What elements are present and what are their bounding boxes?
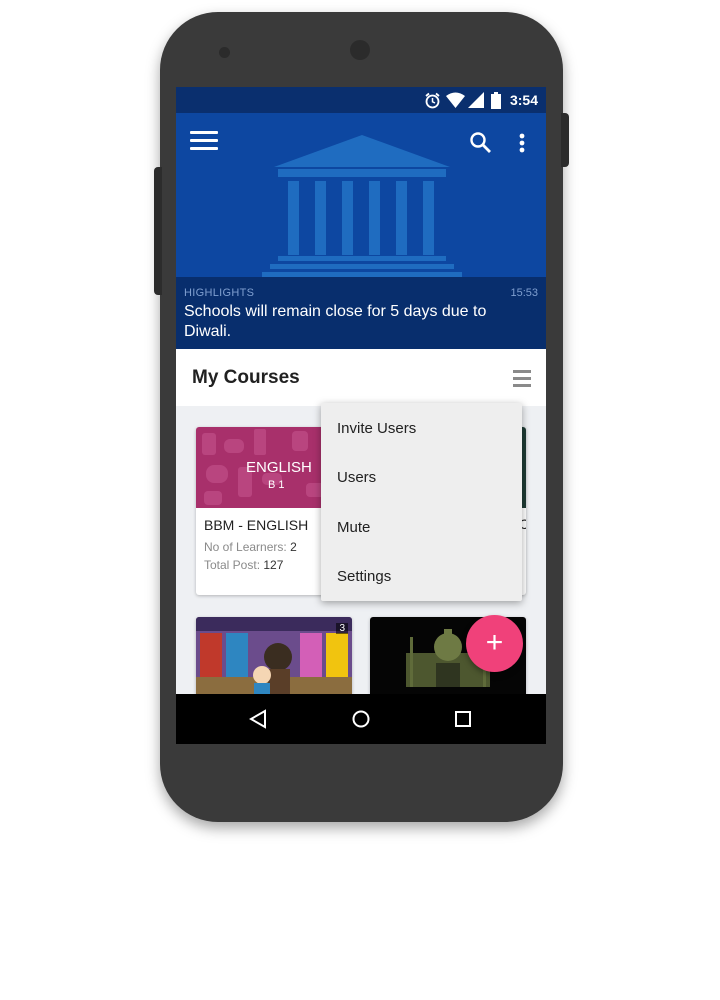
institution-illustration (262, 135, 462, 277)
alarm-icon (425, 92, 440, 109)
menu-item-users[interactable]: Users (337, 469, 376, 486)
menu-item-invite-users[interactable]: Invite Users (337, 420, 416, 437)
highlight-time: 15:53 (510, 287, 538, 299)
highlight-label: HIGHLIGHTS (184, 287, 255, 299)
learners-value: 2 (290, 540, 297, 554)
posts-count: Total Post: 127 (204, 558, 283, 572)
cell-signal-icon (468, 92, 484, 108)
screen: 3:54 HIGHLIGHTS 15:53 Schools will remai… (176, 87, 546, 744)
status-time: 3:54 (509, 92, 538, 108)
course-title: BBM - ENGLISH (204, 517, 309, 533)
posts-value: 127 (263, 558, 284, 572)
proximity-sensor (219, 47, 230, 58)
cover-subtext: B 1 (268, 479, 285, 491)
wifi-icon (446, 92, 465, 108)
battery-icon (491, 92, 501, 109)
learners-count: No of Learners: 2 (204, 540, 297, 554)
menu-item-mute[interactable]: Mute (337, 519, 370, 536)
overflow-menu: Invite Users Users Mute Settings (321, 403, 522, 601)
highlight-bar[interactable]: HIGHLIGHTS 15:53 Schools will remain clo… (176, 277, 546, 349)
home-icon[interactable] (351, 709, 371, 729)
page-title: My Courses (192, 367, 300, 388)
status-bar: 3:54 (176, 87, 546, 113)
posts-label: Total Post: (204, 558, 261, 572)
menu-item-settings[interactable]: Settings (337, 568, 391, 585)
nav-bar (176, 694, 546, 744)
search-icon[interactable] (468, 130, 494, 156)
back-icon[interactable] (249, 709, 267, 729)
menu-icon[interactable] (190, 131, 218, 155)
courses-header: My Courses (176, 349, 546, 406)
more-vert-icon[interactable] (514, 130, 530, 156)
card-badge: 3 (336, 623, 348, 634)
cover-text: ENGLISH (246, 459, 312, 476)
volume-button (154, 167, 162, 295)
recents-icon[interactable] (454, 709, 472, 729)
header-banner: HIGHLIGHTS 15:53 Schools will remain clo… (176, 113, 546, 349)
learners-label: No of Learners: (204, 540, 287, 554)
highlight-text: Schools will remain close for 5 days due… (184, 303, 487, 340)
power-button (561, 113, 569, 167)
front-camera (350, 40, 370, 60)
add-course-button[interactable]: + (466, 615, 523, 672)
list-view-icon[interactable] (513, 370, 531, 387)
